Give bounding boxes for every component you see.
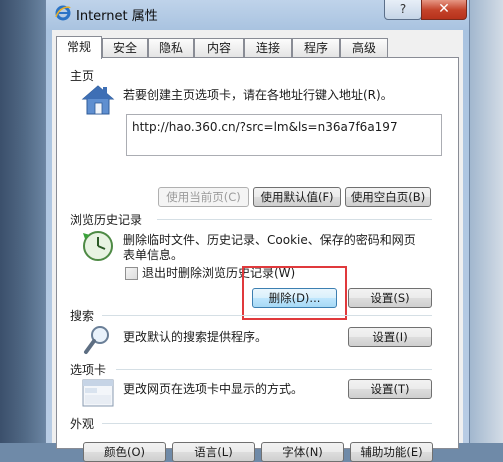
tab-strip: 常规 安全 隐私 内容 连接 程序 高级 [56,36,456,59]
search-heading: 搜索 [70,309,95,323]
use-default-button[interactable]: 使用默认值(F) [253,187,341,207]
dialog-client-area: 常规 安全 隐私 内容 连接 程序 高级 主页 若要创建主页选项卡，请在各地址行… [52,30,463,462]
desktop-background-left [0,0,45,443]
search-separator [102,315,432,316]
languages-button[interactable]: 语言(L) [172,442,255,462]
use-blank-button[interactable]: 使用空白页(B) [345,187,431,207]
window-title: Internet 属性 [76,9,158,24]
history-separator [157,219,432,220]
homepage-url-input[interactable]: http://hao.360.cn/?src=lm&ls=n36a7f6a197 [126,114,442,156]
colors-button[interactable]: 颜色(O) [83,442,166,462]
accessibility-button[interactable]: 辅助功能(E) [350,442,433,462]
homepage-url-text: http://hao.360.cn/?src=lm&ls=n36a7f6a197 [132,120,398,134]
delete-history-button[interactable]: 删除(D)... [252,288,337,308]
tab-security[interactable]: 安全 [102,38,148,58]
tab-advanced[interactable]: 高级 [340,38,388,58]
title-bar[interactable]: Internet 属性 ? ✕ [46,0,469,30]
appearance-heading: 外观 [70,417,95,431]
tab-content[interactable]: 内容 [194,38,244,58]
tabs-heading: 选项卡 [70,363,107,377]
homepage-heading: 主页 [70,69,95,83]
fonts-button[interactable]: 字体(N) [261,442,344,462]
tabs-separator [116,369,432,370]
appearance-separator [102,423,432,424]
history-description-line1: 删除临时文件、历史记录、Cookie、保存的密码和网页 [123,233,416,247]
search-description: 更改默认的搜索提供程序。 [123,330,268,344]
use-current-page-button[interactable]: 使用当前页(C) [158,187,249,207]
history-heading: 浏览历史记录 [70,213,143,227]
help-button[interactable]: ? [384,0,422,20]
tab-privacy[interactable]: 隐私 [148,38,194,58]
tab-programs[interactable]: 程序 [292,38,340,58]
magnifier-icon [84,326,109,354]
tabbed-window-icon [82,379,114,407]
tabs-settings-button[interactable]: 设置(T) [348,379,432,399]
search-settings-button[interactable]: 设置(I) [348,327,432,347]
ie-logo-icon [55,5,71,21]
delete-on-exit-checkbox[interactable] [125,267,138,280]
general-tab-panel: 主页 若要创建主页选项卡，请在各地址行键入地址(R)。 http://hao.3… [56,57,459,462]
history-settings-button[interactable]: 设置(S) [348,288,432,308]
history-description-line2: 表单信息。 [123,248,184,262]
homepage-description: 若要创建主页选项卡，请在各地址行键入地址(R)。 [123,88,393,102]
internet-options-window: Internet 属性 ? ✕ 常规 安全 隐私 内容 连接 程序 高级 主页 … [45,0,470,462]
desktop-background-right [468,0,503,443]
tabs-description: 更改网页在选项卡中显示的方式。 [123,382,304,396]
house-icon [81,85,115,115]
tab-general[interactable]: 常规 [56,36,102,59]
close-button[interactable]: ✕ [421,0,467,20]
tab-connections[interactable]: 连接 [244,38,292,58]
clock-refresh-icon [83,231,113,261]
